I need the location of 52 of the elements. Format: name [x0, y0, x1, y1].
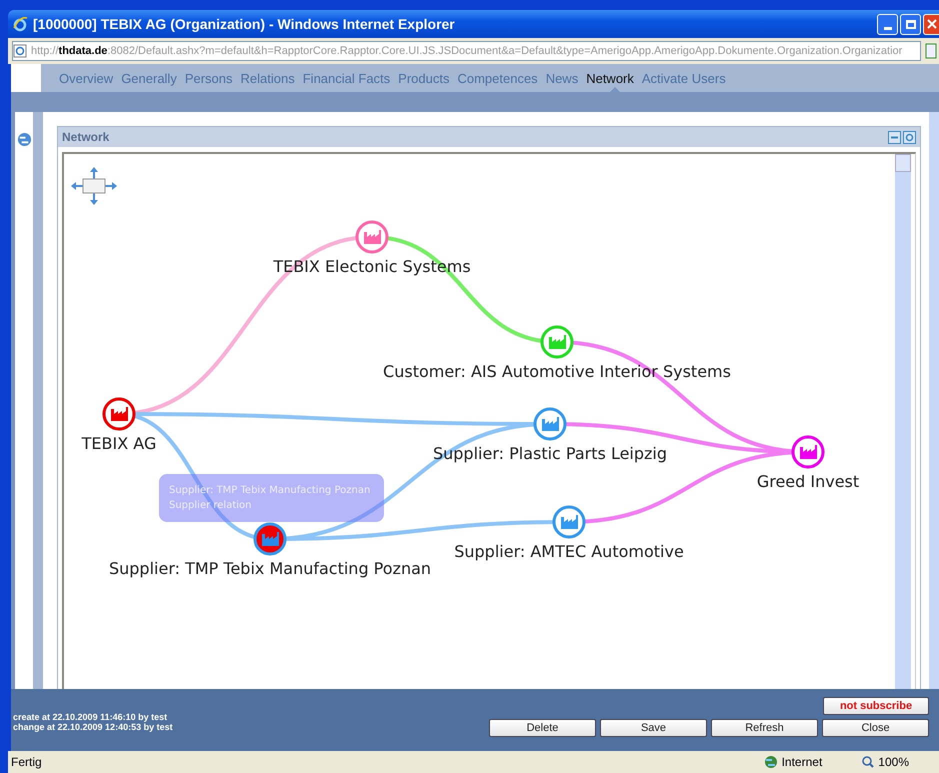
address-field[interactable]: http://thdata.de:8082/Default.ashx?m=default&h=RapptorCore.Rapptor.Core.UI.JS.JSDocument&a=Default&type=AmerigoApp.AmerigoApp.Dokumente.Organization.Organizatior	[12, 41, 921, 61]
pan-icon[interactable]	[71, 167, 117, 205]
tooltip-text: Supplier relation	[169, 499, 252, 513]
nav-tab[interactable]: Relations	[236, 64, 299, 92]
globe-icon	[764, 755, 778, 769]
window-title: [1000000] TEBIX AG (Organization) - Windows Internet Explorer	[33, 16, 456, 32]
nav-tab[interactable]: Overview	[55, 64, 118, 92]
zone-text: Internet	[782, 755, 822, 769]
factory-node-icon[interactable]	[552, 506, 586, 538]
status-text: Fertig	[11, 755, 42, 769]
close-icon	[926, 19, 936, 29]
nav-tab[interactable]: Financial Facts	[298, 64, 394, 92]
page-icon[interactable]	[925, 43, 937, 59]
nav-tab[interactable]: Network	[582, 64, 638, 92]
globe-icon[interactable]	[16, 132, 32, 147]
zoom-icon[interactable]	[862, 756, 874, 768]
maximize-button[interactable]	[900, 14, 921, 34]
factory-node-icon[interactable]	[534, 408, 566, 440]
action-button[interactable]: Delete	[489, 719, 596, 737]
audit-text: change at 22.10.2009 12:40:53 by test	[13, 722, 173, 732]
audit-text: create at 22.10.2009 11:46:10 by test	[13, 712, 168, 722]
nav-tab[interactable]: News	[542, 64, 582, 92]
minimize-button[interactable]	[877, 14, 898, 34]
scrollbar[interactable]	[895, 154, 911, 689]
nav-tab[interactable]: Products	[394, 64, 454, 92]
nav-tab[interactable]: Competences	[453, 64, 542, 92]
action-button[interactable]: Refresh	[711, 719, 818, 737]
node-label: TEBIX AG	[82, 434, 156, 454]
factory-node-icon[interactable]	[102, 398, 136, 430]
node-label: Greed Invest	[756, 472, 860, 492]
node-label: Supplier: AMTEC Automotive	[454, 542, 684, 562]
collapse-icon[interactable]	[888, 130, 901, 144]
action-button[interactable]: Save	[600, 719, 707, 737]
node-label: Supplier: TMP Tebix Manufacting Poznan	[108, 559, 432, 579]
tooltip-text: Supplier: TMP Tebix Manufacting Poznan	[169, 484, 372, 498]
factory-node-icon[interactable]	[356, 220, 388, 254]
page-icon	[13, 44, 27, 58]
refresh-icon[interactable]	[903, 130, 916, 144]
factory-node-icon[interactable]	[792, 436, 824, 468]
nav-tab[interactable]: Persons	[180, 64, 237, 92]
factory-node-icon[interactable]	[254, 522, 286, 556]
action-button[interactable]: Close	[822, 719, 929, 737]
node-label: Supplier: Plastic Parts Leipzig	[432, 444, 668, 464]
scrollbar[interactable]	[929, 112, 939, 689]
browser-logo-icon	[12, 16, 28, 32]
panel-title: Network	[62, 130, 110, 144]
close-button[interactable]	[923, 14, 939, 34]
nav-tab[interactable]: Activate Users	[638, 64, 730, 92]
factory-node-icon[interactable]	[540, 326, 574, 358]
zoom-level[interactable]: 100%	[878, 755, 909, 769]
nav-tab[interactable]: Generally	[117, 64, 181, 92]
subscribe-button[interactable]: not subscribe	[823, 697, 929, 715]
